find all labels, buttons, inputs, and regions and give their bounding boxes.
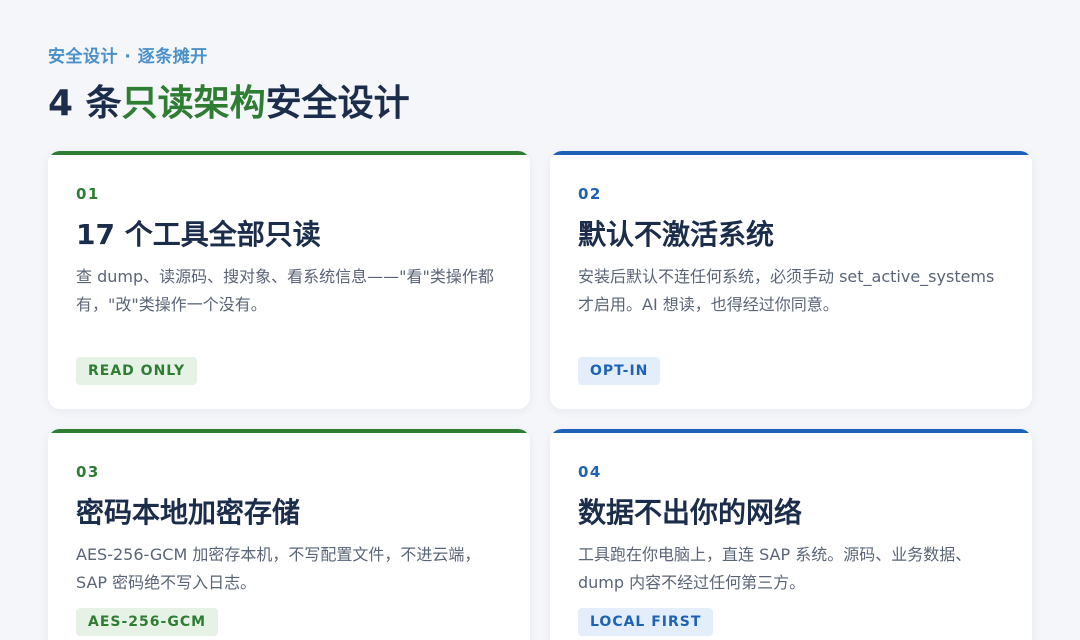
card-tag: AES-256-GCM [76, 608, 219, 636]
card-title: 数据不出你的网络 [578, 496, 803, 529]
card-number: 01 [76, 185, 100, 203]
card-number: 02 [578, 185, 602, 203]
card-title: 默认不激活系统 [578, 218, 775, 251]
title-suffix: 安全设计 [265, 83, 410, 124]
card-title: 17 个工具全部只读 [76, 218, 321, 251]
feature-card-opt-in: 02 默认不激活系统 安装后默认不连任何系统，必须手动 set_active_s… [550, 151, 1032, 409]
section-eyebrow: 安全设计 · 逐条摊开 [48, 47, 208, 67]
card-tag: LOCAL FIRST [578, 608, 714, 636]
feature-card-local-first: 04 数据不出你的网络 工具跑在你电脑上，直连 SAP 系统。源码、业务数据、d… [550, 429, 1032, 640]
page-title: 4 条只读架构安全设计 [48, 74, 410, 126]
card-number: 04 [578, 463, 602, 481]
card-number: 03 [76, 463, 100, 481]
card-description: 安装后默认不连任何系统，必须手动 set_active_systems 才启用。… [578, 267, 995, 314]
card-description: 查 dump、读源码、搜对象、看系统信息——"看"类操作都有，"改"类操作一个没… [76, 267, 494, 314]
title-prefix: 4 条 [48, 83, 122, 124]
title-highlight: 只读架构 [121, 83, 266, 124]
feature-card-encryption: 03 密码本地加密存储 AES-256-GCM 加密存本机，不写配置文件，不进云… [48, 429, 530, 640]
card-tag: READ ONLY [76, 357, 198, 385]
card-description: AES-256-GCM 加密存本机，不写配置文件，不进云端，SAP 密码绝不写入… [76, 545, 481, 592]
card-title: 密码本地加密存储 [76, 496, 301, 529]
card-tag: OPT-IN [578, 357, 661, 385]
feature-card-read-only: 01 17 个工具全部只读 查 dump、读源码、搜对象、看系统信息——"看"类… [48, 151, 530, 409]
card-description: 工具跑在你电脑上，直连 SAP 系统。源码、业务数据、dump 内容不经过任何第… [578, 545, 972, 592]
